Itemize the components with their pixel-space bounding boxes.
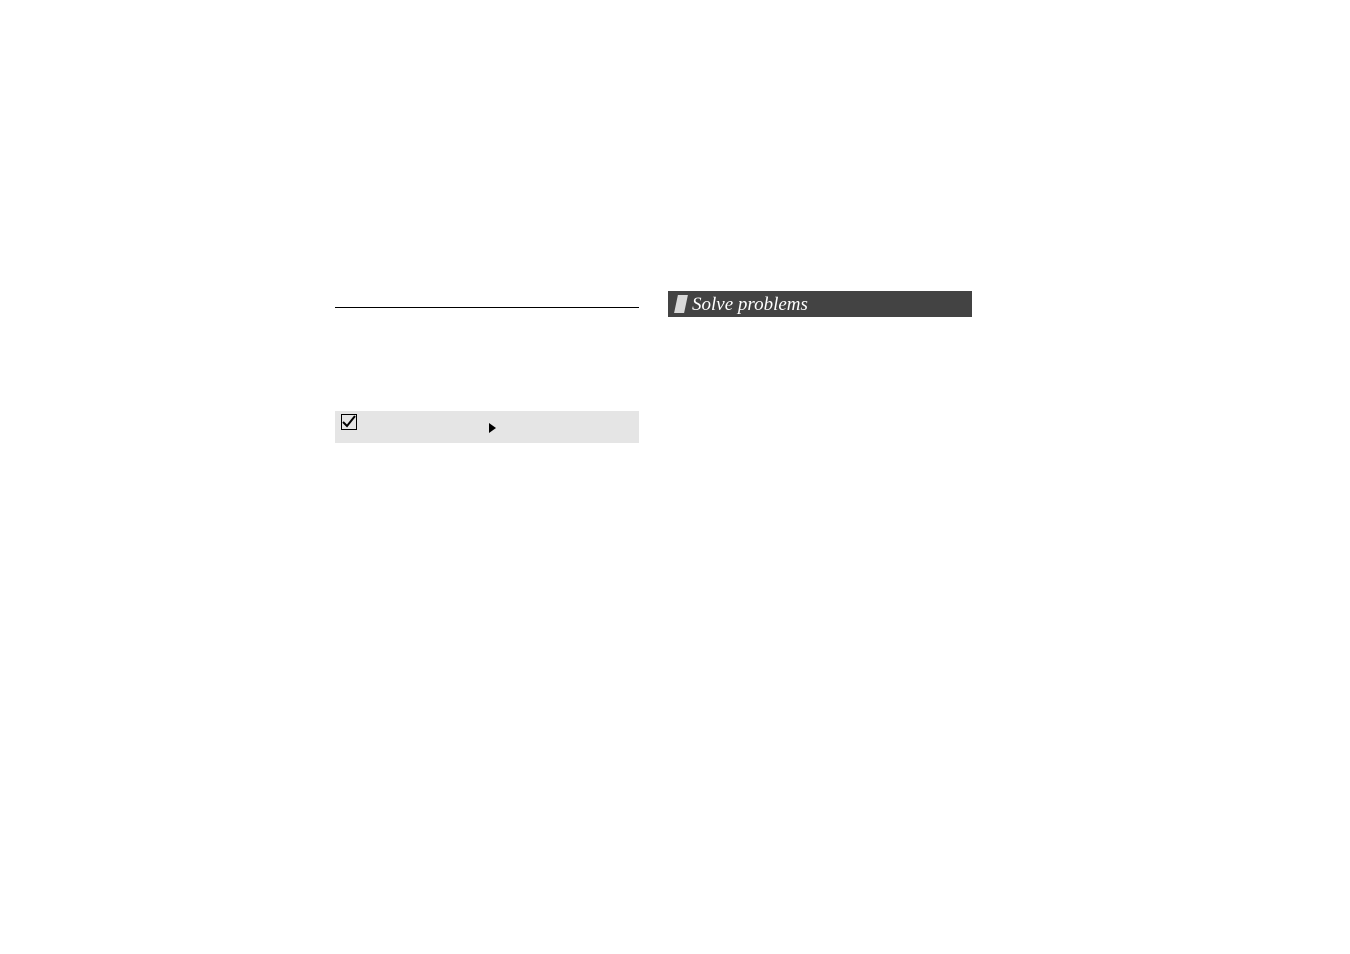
banner-flag-icon <box>674 295 688 313</box>
divider-line <box>335 307 639 308</box>
checkbox-checked-icon[interactable] <box>341 414 357 430</box>
play-triangle-icon[interactable] <box>489 423 496 433</box>
section-banner: Solve problems <box>668 291 972 317</box>
checkbox-row <box>335 411 639 443</box>
page-canvas: Solve problems <box>0 0 1350 954</box>
banner-title: Solve problems <box>692 295 808 314</box>
